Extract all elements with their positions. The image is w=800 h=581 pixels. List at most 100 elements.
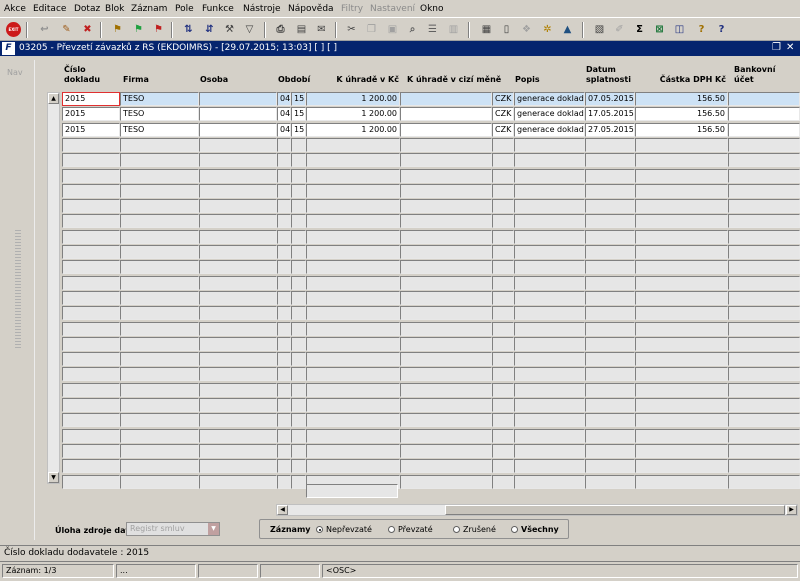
cell-mena[interactable] — [492, 336, 514, 351]
cell-osoba[interactable] — [199, 199, 277, 214]
cell-castka-dph[interactable]: 156.50 — [635, 122, 728, 137]
cell-k-uhrade-cizi[interactable] — [400, 382, 492, 397]
cell-bankovni-ucet[interactable] — [728, 183, 800, 198]
cell-obdobi-rok[interactable]: 15 — [291, 92, 306, 106]
cell-popis[interactable] — [514, 352, 585, 367]
cell-obdobi-mesic[interactable] — [277, 137, 291, 152]
cell-obdobi-mesic[interactable] — [277, 428, 291, 443]
cell-obdobi-mesic[interactable]: 04 — [277, 122, 291, 137]
cell-datum-splatnosti[interactable] — [585, 153, 635, 168]
radio-zrusene[interactable]: Zrušené — [453, 525, 496, 534]
cell-bankovni-ucet[interactable] — [728, 153, 800, 168]
cell-mena[interactable] — [492, 168, 514, 183]
cell-obdobi-mesic[interactable] — [277, 352, 291, 367]
cell-k-uhrade-kc[interactable] — [306, 428, 400, 443]
cell-obdobi-mesic[interactable] — [277, 260, 291, 275]
cell-popis[interactable] — [514, 382, 585, 397]
cell-obdobi-mesic[interactable] — [277, 459, 291, 474]
cell-popis[interactable] — [514, 260, 585, 275]
cell-osoba[interactable] — [199, 183, 277, 198]
cell-k-uhrade-cizi[interactable] — [400, 153, 492, 168]
cell-obdobi-rok[interactable] — [291, 137, 306, 152]
cell-cislo-dokladu[interactable] — [62, 367, 120, 382]
cell-mena[interactable] — [492, 321, 514, 336]
cell-k-uhrade-kc[interactable] — [306, 459, 400, 474]
cell-firma[interactable] — [120, 382, 199, 397]
cell-bankovni-ucet[interactable] — [728, 413, 800, 428]
cell-obdobi-rok[interactable] — [291, 229, 306, 244]
cell-k-uhrade-cizi[interactable] — [400, 92, 492, 106]
cell-cislo-dokladu[interactable] — [62, 352, 120, 367]
cell-castka-dph[interactable]: 156.50 — [635, 107, 728, 122]
cell-osoba[interactable] — [199, 428, 277, 443]
cell-k-uhrade-cizi[interactable] — [400, 183, 492, 198]
cell-popis[interactable] — [514, 290, 585, 305]
cell-cislo-dokladu[interactable] — [62, 398, 120, 412]
cell-popis[interactable] — [514, 153, 585, 168]
cell-k-uhrade-kc[interactable] — [306, 199, 400, 214]
cell-mena[interactable] — [492, 245, 514, 259]
cell-k-uhrade-kc[interactable] — [306, 229, 400, 244]
cell-datum-splatnosti[interactable]: 27.05.2015 — [585, 122, 635, 137]
cell-castka-dph[interactable] — [635, 229, 728, 244]
cell-mena[interactable]: CZK — [492, 122, 514, 137]
cell-k-uhrade-cizi[interactable] — [400, 229, 492, 244]
cell-cislo-dokladu[interactable]: 2015 — [62, 122, 120, 137]
cell-cislo-dokladu[interactable] — [62, 306, 120, 321]
cell-datum-splatnosti[interactable] — [585, 290, 635, 305]
cell-mena[interactable] — [492, 229, 514, 244]
cell-bankovni-ucet[interactable] — [728, 229, 800, 244]
cell-cislo-dokladu[interactable] — [62, 382, 120, 397]
cell-obdobi-rok[interactable] — [291, 153, 306, 168]
chevron-down-icon[interactable]: ▼ — [208, 523, 219, 535]
cell-obdobi-rok[interactable] — [291, 428, 306, 443]
cell-osoba[interactable] — [199, 290, 277, 305]
cell-firma[interactable] — [120, 321, 199, 336]
module-icon[interactable]: ❖ — [519, 22, 534, 37]
query-icon[interactable]: ⚑ — [110, 22, 125, 37]
cell-datum-splatnosti[interactable] — [585, 367, 635, 382]
cell-bankovni-ucet[interactable] — [728, 459, 800, 474]
uloha-select[interactable]: Registr smluv ▼ — [126, 522, 220, 536]
cell-datum-splatnosti[interactable] — [585, 459, 635, 474]
cell-osoba[interactable] — [199, 336, 277, 351]
cell-popis[interactable] — [514, 474, 585, 489]
cell-osoba[interactable] — [199, 168, 277, 183]
menu-blok[interactable]: Blok — [105, 4, 124, 14]
cell-obdobi-rok[interactable] — [291, 168, 306, 183]
cell-cislo-dokladu[interactable] — [62, 168, 120, 183]
context-help-icon[interactable]: ? — [714, 22, 729, 37]
cell-castka-dph[interactable] — [635, 352, 728, 367]
cell-datum-splatnosti[interactable] — [585, 168, 635, 183]
cell-k-uhrade-kc[interactable] — [306, 168, 400, 183]
excel-icon[interactable]: ⊠ — [652, 22, 667, 37]
cell-osoba[interactable] — [199, 367, 277, 382]
cell-k-uhrade-cizi[interactable] — [400, 199, 492, 214]
radio-vsechny[interactable]: Všechny — [511, 525, 559, 534]
cell-obdobi-rok[interactable] — [291, 336, 306, 351]
cell-bankovni-ucet[interactable] — [728, 122, 800, 137]
print-icon[interactable]: ⎙ — [273, 22, 288, 37]
cell-k-uhrade-kc[interactable] — [306, 290, 400, 305]
cell-firma[interactable] — [120, 168, 199, 183]
cell-k-uhrade-cizi[interactable] — [400, 459, 492, 474]
cell-obdobi-rok[interactable] — [291, 306, 306, 321]
cell-obdobi-mesic[interactable] — [277, 321, 291, 336]
mail-icon[interactable]: ✉ — [314, 22, 329, 37]
cell-firma[interactable] — [120, 153, 199, 168]
cell-k-uhrade-cizi[interactable] — [400, 260, 492, 275]
cell-popis[interactable] — [514, 137, 585, 152]
menu-akce[interactable]: Akce — [4, 4, 26, 14]
close-icon[interactable]: ✕ — [786, 42, 794, 54]
menu-zaznam[interactable]: Záznam — [131, 4, 167, 14]
exit-icon[interactable]: EXIT — [6, 22, 21, 37]
menu-pole[interactable]: Pole — [175, 4, 194, 14]
cell-obdobi-rok[interactable]: 15 — [291, 122, 306, 137]
cell-datum-splatnosti[interactable] — [585, 229, 635, 244]
query-execute-icon[interactable]: ⚑ — [131, 22, 146, 37]
menu-nastaveni[interactable]: Nastavení — [370, 4, 415, 14]
cell-firma[interactable] — [120, 306, 199, 321]
cell-datum-splatnosti[interactable] — [585, 275, 635, 290]
cell-castka-dph[interactable] — [635, 382, 728, 397]
chart-icon[interactable]: ▲ — [560, 22, 575, 37]
